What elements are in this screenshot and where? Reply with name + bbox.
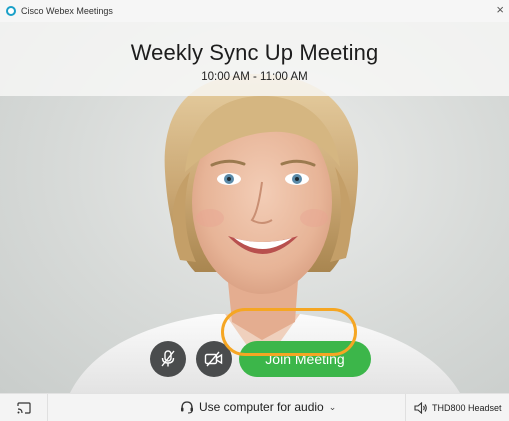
webex-window: Cisco Webex Meetings × Weekly Sync Up Me… [0, 0, 509, 421]
highlight-annotation [221, 308, 357, 356]
webex-logo-icon [6, 6, 16, 16]
title-bar: Cisco Webex Meetings × [0, 0, 509, 22]
audio-option-label: Use computer for audio [199, 400, 324, 414]
speaker-device-label: THD800 Headset [432, 403, 502, 413]
mute-button[interactable] [150, 341, 186, 377]
meeting-title: Weekly Sync Up Meeting [130, 40, 379, 65]
audio-connection-dropdown[interactable]: Use computer for audio ⌄ [180, 400, 336, 414]
headset-icon [181, 401, 193, 414]
meeting-time: 10:00 AM - 11:00 AM [201, 71, 308, 83]
bottom-bar: Use computer for audio ⌄ THD800 Headset [0, 393, 509, 421]
app-name: Cisco Webex Meetings [21, 6, 113, 16]
microphone-muted-icon [161, 350, 175, 367]
screen-cast-icon [16, 402, 31, 414]
screen-cast-button[interactable] [0, 394, 48, 421]
video-off-icon [204, 351, 223, 367]
speaker-icon [414, 402, 427, 414]
close-icon[interactable]: × [496, 3, 504, 17]
chevron-down-icon: ⌄ [328, 401, 337, 412]
speaker-selector[interactable]: THD800 Headset [405, 394, 509, 421]
